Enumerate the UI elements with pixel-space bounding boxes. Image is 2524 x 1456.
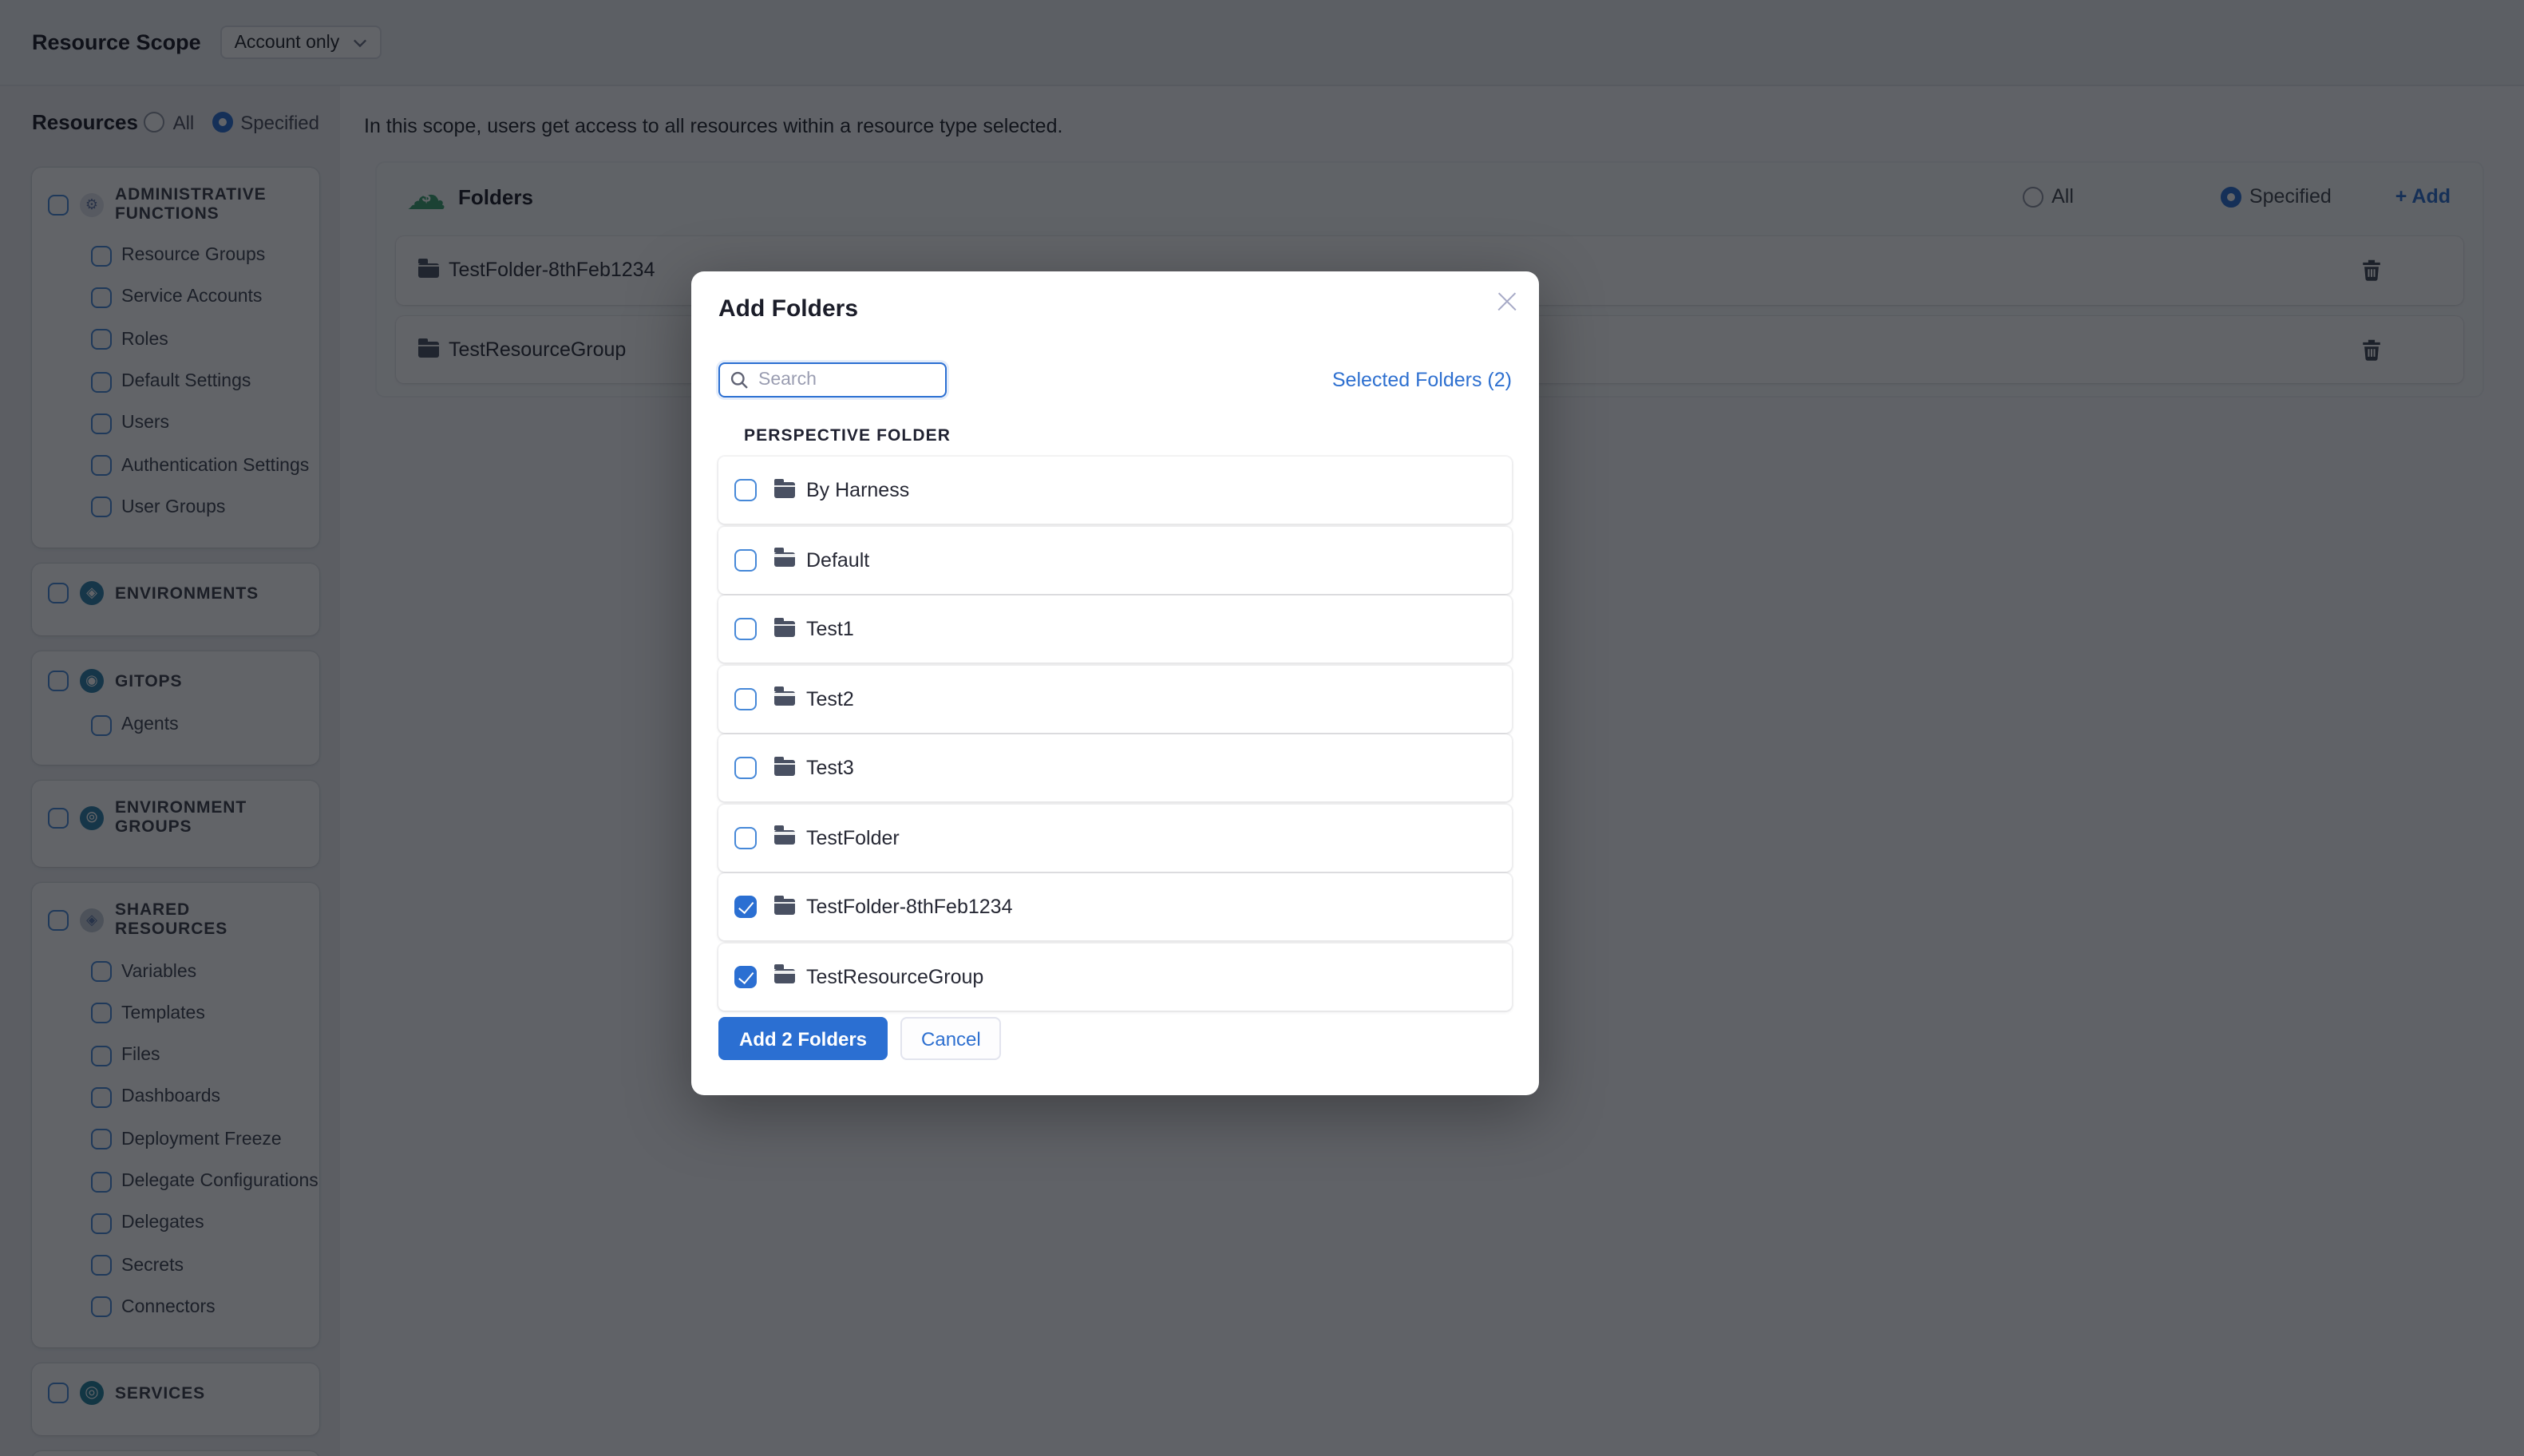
modal-folder-row[interactable]: Test3 (718, 734, 1512, 801)
modal-folder-row[interactable]: TestFolder (718, 804, 1512, 871)
folder-icon (774, 825, 795, 845)
cancel-button[interactable]: Cancel (900, 1017, 1002, 1060)
folder-icon (774, 686, 795, 706)
modal-title: Add Folders (718, 295, 859, 322)
modal-folder-row[interactable]: By Harness (718, 457, 1512, 524)
modal-row-label: TestFolder-8thFeb1234 (806, 896, 1013, 918)
close-icon[interactable] (1494, 289, 1520, 315)
folder-icon (774, 756, 795, 776)
folder-icon (774, 478, 795, 498)
modal-row-label: Test2 (806, 687, 854, 710)
search-input[interactable] (718, 362, 947, 398)
add-folders-modal: Add Folders Selected Folders (2) PERSPEC… (691, 271, 1539, 1095)
row-checkbox[interactable] (734, 965, 757, 987)
search-icon (730, 371, 748, 389)
folder-icon (774, 548, 795, 568)
modal-folder-row[interactable]: Test1 (718, 595, 1512, 663)
modal-footer: Add 2 Folders Cancel (718, 1017, 1002, 1060)
modal-row-label: TestResourceGroup (806, 965, 984, 987)
modal-folder-list: By Harness Default Test1 Test2 Test3 Tes… (718, 457, 1512, 1010)
modal-row-label: By Harness (806, 479, 910, 501)
modal-folder-row[interactable]: Default (718, 526, 1512, 593)
folder-icon (774, 617, 795, 637)
add-folders-button[interactable]: Add 2 Folders (718, 1017, 888, 1060)
page: Resource Scope Account only In this scop… (0, 0, 2524, 1456)
row-checkbox[interactable] (734, 618, 757, 640)
row-checkbox[interactable] (734, 548, 757, 571)
row-checkbox[interactable] (734, 687, 757, 710)
modal-row-label: Default (806, 548, 870, 571)
modal-search-row: Selected Folders (2) (718, 362, 1512, 398)
modal-row-label: TestFolder (806, 826, 900, 849)
searchbox (718, 362, 947, 398)
row-checkbox[interactable] (734, 826, 757, 849)
column-header: PERSPECTIVE FOLDER (744, 426, 951, 445)
selected-folders-link[interactable]: Selected Folders (2) (1332, 369, 1512, 391)
modal-folder-row[interactable]: Test2 (718, 665, 1512, 732)
folder-icon (774, 895, 795, 915)
modal-folder-row[interactable]: TestResourceGroup (718, 943, 1512, 1010)
row-checkbox[interactable] (734, 757, 757, 779)
folder-icon (774, 964, 795, 984)
row-checkbox[interactable] (734, 896, 757, 918)
modal-folder-row[interactable]: TestFolder-8thFeb1234 (718, 873, 1512, 940)
row-checkbox[interactable] (734, 479, 757, 501)
modal-row-label: Test1 (806, 618, 854, 640)
modal-row-label: Test3 (806, 757, 854, 779)
